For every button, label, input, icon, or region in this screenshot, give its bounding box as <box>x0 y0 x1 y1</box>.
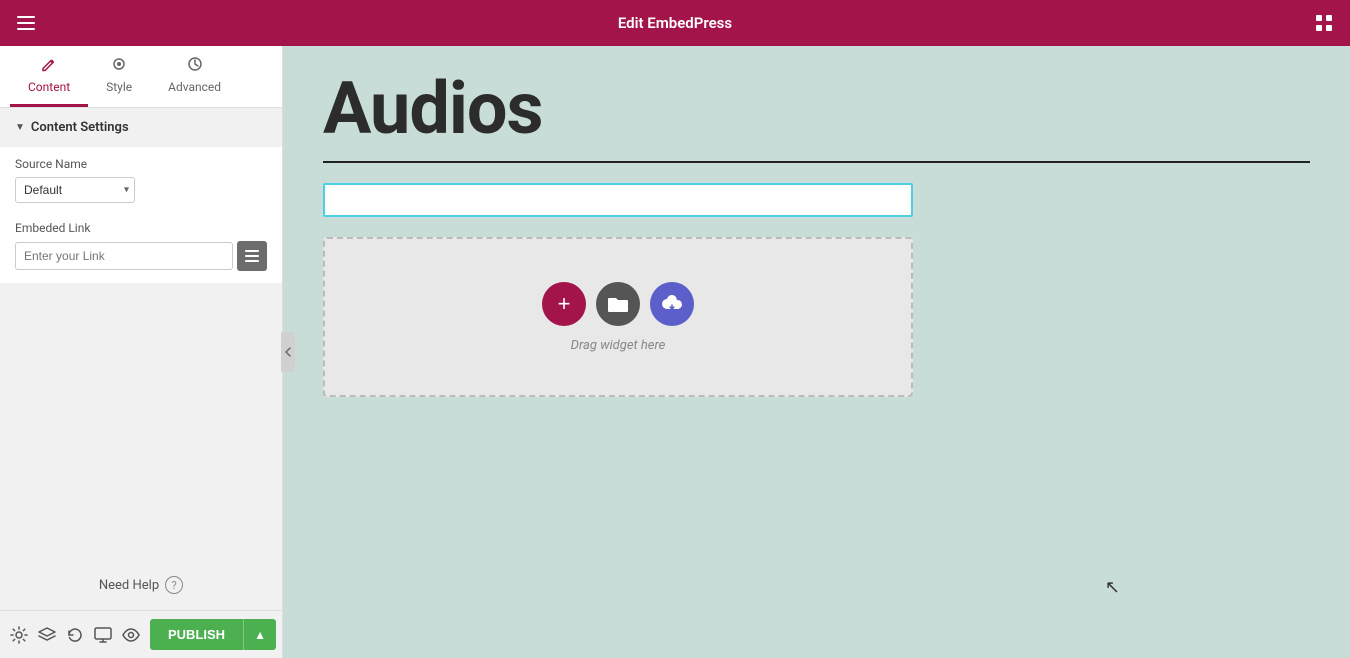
section-title: Content Settings <box>31 120 129 135</box>
publish-btn-group: PUBLISH ▲ <box>150 619 276 650</box>
source-name-select-wrapper: Default ▾ <box>15 177 135 203</box>
preview-icon-btn[interactable] <box>122 620 140 650</box>
editor-title: Edit EmbedPress <box>618 14 732 32</box>
add-widget-plus-button[interactable]: + <box>542 282 586 326</box>
embed-link-group: Embeded Link <box>0 213 282 283</box>
grid-icon[interactable] <box>1310 9 1338 37</box>
drag-widget-text: Drag widget here <box>571 338 666 353</box>
link-list-button[interactable] <box>237 241 267 271</box>
tab-style[interactable]: Style <box>88 46 150 107</box>
source-name-select[interactable]: Default <box>15 177 135 203</box>
title-divider <box>323 161 1310 163</box>
need-help-label: Need Help <box>99 578 159 593</box>
tab-content-label: Content <box>28 80 70 94</box>
device-icon-btn[interactable] <box>94 620 112 650</box>
advanced-icon <box>187 56 203 76</box>
layers-icon-btn[interactable] <box>38 620 56 650</box>
embed-link-input[interactable] <box>15 242 233 270</box>
canvas-area: Audios + Drag widget here <box>283 46 1350 658</box>
tab-advanced-label: Advanced <box>168 80 221 94</box>
content-icon <box>41 56 57 76</box>
publish-button[interactable]: PUBLISH <box>150 619 243 650</box>
section-arrow-icon: ▼ <box>15 122 25 133</box>
content-settings-header[interactable]: ▼ Content Settings <box>0 108 282 147</box>
need-help-section[interactable]: Need Help ? <box>0 560 282 610</box>
source-name-label: Source Name <box>15 157 267 171</box>
embed-link-label: Embeded Link <box>15 221 267 235</box>
widget-drop-zone: + Drag widget here <box>323 237 913 397</box>
hamburger-icon[interactable] <box>12 9 40 37</box>
style-icon <box>111 56 127 76</box>
tab-style-label: Style <box>106 80 132 94</box>
history-icon-btn[interactable] <box>66 620 84 650</box>
tab-advanced[interactable]: Advanced <box>150 46 239 107</box>
widget-add-buttons: + <box>542 282 694 326</box>
panel-content: ▼ Content Settings Source Name Default ▾… <box>0 108 282 560</box>
link-input-row <box>15 241 267 271</box>
add-widget-folder-button[interactable] <box>596 282 640 326</box>
tab-content[interactable]: Content <box>10 46 88 107</box>
canvas-embed-input[interactable] <box>323 183 913 217</box>
source-name-group: Source Name Default ▾ <box>0 147 282 213</box>
add-widget-cloud-button[interactable] <box>650 282 694 326</box>
collapse-panel-handle[interactable] <box>281 332 295 372</box>
settings-icon-btn[interactable] <box>10 620 28 650</box>
page-title: Audios <box>323 66 1310 151</box>
bottom-bar: PUBLISH ▲ <box>0 610 282 658</box>
help-icon: ? <box>165 576 183 594</box>
left-panel: Content Style Advanced <box>0 46 283 658</box>
publish-dropdown-button[interactable]: ▲ <box>243 619 276 650</box>
main-layout: Content Style Advanced <box>0 46 1350 658</box>
tabs-bar: Content Style Advanced <box>0 46 282 108</box>
cursor-indicator: ↖ <box>1105 577 1120 598</box>
top-bar: Edit EmbedPress <box>0 0 1350 46</box>
